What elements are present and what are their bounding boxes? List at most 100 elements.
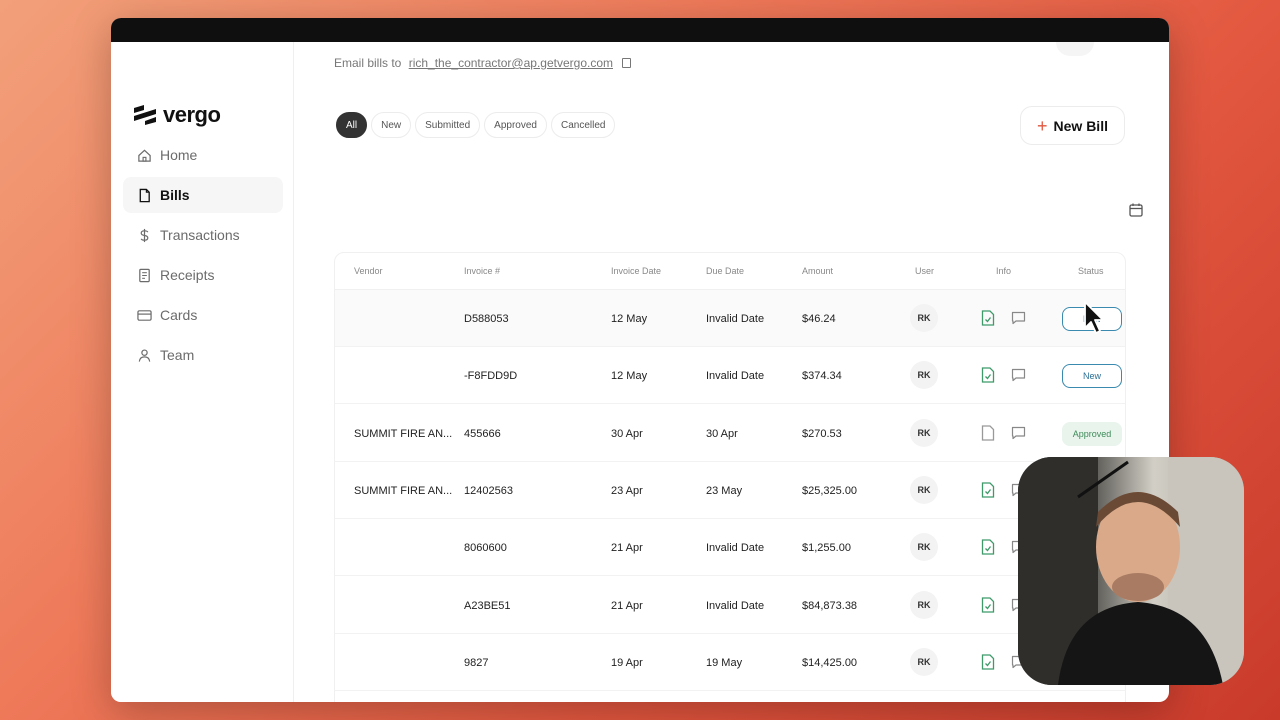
sidebar-item-cards[interactable]: Cards — [123, 297, 283, 333]
cell-amount: $46.24 — [802, 313, 836, 325]
email-address-link[interactable]: rich_the_contractor@ap.getvergo.com — [409, 56, 613, 70]
status-badge[interactable]: Approved — [1062, 421, 1122, 446]
cell-amount: $270.53 — [802, 427, 842, 440]
cell-due-date: 30 Apr — [706, 427, 738, 440]
table-header: Vendor Invoice # Invoice Date Due Date Amoun… — [335, 253, 1125, 290]
filter-chip-new[interactable]: New — [371, 112, 412, 138]
user-avatar[interactable]: RK — [910, 475, 938, 504]
sidebar-item-label: Team — [160, 347, 195, 363]
document-icon[interactable] — [981, 596, 995, 613]
cell-invoice-date: 12 May — [611, 370, 648, 383]
sidebar: vergo Home Bills Transactions Receipts Cards… — [111, 42, 294, 702]
sidebar-item-transactions[interactable]: Transactions — [123, 217, 283, 253]
cell-amount: $84,873.38 — [802, 599, 858, 612]
table-row[interactable]: 9827 19 Apr 19 May $14,425.00 RK — [335, 634, 1125, 691]
webcam-overlay — [1018, 457, 1244, 685]
sidebar-item-bills[interactable]: Bills — [123, 177, 283, 213]
cell-amount: $1,255.00 — [802, 542, 851, 555]
sidebar-item-receipts[interactable]: Receipts — [123, 257, 283, 293]
table-row[interactable]: SUMMIT FIRE AN... 455666 30 Apr 30 Apr $270.… — [335, 405, 1125, 462]
document-icon[interactable] — [981, 539, 995, 555]
user-avatar[interactable]: RK — [910, 647, 938, 676]
status-badge[interactable]: New — [1062, 364, 1122, 389]
document-icon[interactable] — [981, 424, 995, 441]
dollar-icon — [140, 228, 149, 242]
cell-invoice-date: 21 Apr — [611, 542, 643, 555]
sidebar-item-team[interactable]: Team — [123, 337, 283, 373]
cell-invoice: 12402563 — [464, 484, 513, 497]
file-icon — [139, 188, 150, 202]
plus-icon: + — [1037, 115, 1048, 136]
column-header-status[interactable]: Status — [1078, 266, 1104, 276]
column-header-due-date[interactable]: Due Date — [706, 266, 744, 276]
cell-vendor: SUMMIT FIRE AN... — [354, 484, 453, 497]
sidebar-item-label: Receipts — [160, 267, 215, 283]
cell-due-date: Invalid Date — [706, 599, 765, 612]
cell-due-date: 19 May — [706, 656, 743, 669]
cell-amount: $374.34 — [802, 370, 842, 383]
comment-icon[interactable] — [1011, 368, 1026, 382]
column-header-user[interactable]: User — [915, 266, 934, 276]
email-prefix: Email bills to — [334, 56, 402, 70]
copy-icon[interactable] — [622, 58, 632, 68]
cell-amount: $25,325.00 — [802, 484, 858, 497]
new-bill-label: New Bill — [1053, 117, 1108, 134]
vergo-logo[interactable]: vergo — [133, 102, 221, 128]
bills-table: Vendor Invoice # Invoice Date Due Date Amoun… — [334, 252, 1126, 702]
column-header-amount[interactable]: Amount — [802, 266, 833, 276]
app-window: vergo Home Bills Transactions Receipts Cards… — [111, 18, 1169, 702]
cell-invoice: D588053 — [464, 313, 509, 325]
table-row[interactable]: 9871234JHD19 Apr19 May$9,142.25RKApprove… — [335, 691, 1125, 702]
cell-invoice: 455666 — [464, 427, 501, 440]
profile-button[interactable] — [1056, 42, 1094, 56]
filter-chip-submitted[interactable]: Submitted — [415, 112, 481, 138]
sidebar-item-label: Home — [160, 147, 198, 163]
filter-chip-approved[interactable]: Approved — [484, 112, 547, 138]
document-icon[interactable] — [981, 367, 995, 383]
logo-text: vergo — [163, 102, 221, 127]
sidebar-item-label: Transactions — [160, 227, 240, 243]
user-avatar[interactable]: RK — [910, 533, 938, 562]
window-titlebar — [111, 18, 1169, 42]
filter-chip-cancelled[interactable]: Cancelled — [550, 112, 616, 138]
status-filter-chips: All New Submitted Approved Cancelled — [336, 112, 616, 138]
comment-icon[interactable] — [1011, 426, 1026, 440]
document-icon[interactable] — [981, 482, 995, 498]
card-icon — [137, 309, 152, 321]
user-avatar[interactable]: RK — [910, 361, 938, 390]
user-avatar[interactable]: RK — [910, 418, 938, 447]
cell-amount: $14,425.00 — [802, 656, 858, 669]
table-row[interactable]: SUMMIT FIRE AN... 12402563 23 Apr 23 May $25… — [335, 462, 1125, 519]
cell-vendor: SUMMIT FIRE AN... — [354, 427, 453, 440]
document-icon[interactable] — [981, 654, 995, 670]
sidebar-item-label: Cards — [160, 307, 198, 323]
calendar-icon[interactable] — [1128, 202, 1144, 218]
presenter-video — [1018, 457, 1244, 685]
column-header-invoice-date[interactable]: Invoice Date — [611, 266, 661, 276]
table-row[interactable]: D58805312 MayInvalid Date$46.24RKNew — [335, 290, 1125, 347]
user-avatar[interactable]: RK — [910, 304, 938, 332]
new-bill-button[interactable]: + New Bill — [1020, 106, 1125, 145]
cell-invoice: 8060600 — [464, 542, 507, 555]
column-header-invoice[interactable]: Invoice # — [464, 266, 500, 276]
home-icon — [138, 149, 151, 162]
table-row[interactable]: A23BE51 21 Apr Invalid Date $84,873.38 RK — [335, 577, 1125, 634]
sidebar-item-label: Bills — [160, 187, 190, 203]
sidebar-item-home[interactable]: Home — [123, 137, 283, 173]
cell-invoice: A23BE51 — [464, 599, 511, 612]
cell-invoice-date: 30 Apr — [611, 427, 643, 440]
filter-chip-all[interactable]: All — [336, 112, 368, 138]
document-icon[interactable] — [981, 310, 995, 326]
cell-invoice: -F8FDD9D — [464, 370, 518, 383]
table-row[interactable]: 8060600 21 Apr Invalid Date $1,255.00 RK — [335, 519, 1125, 577]
user-icon — [138, 348, 151, 362]
cell-due-date: 23 May — [706, 484, 743, 497]
column-header-vendor[interactable]: Vendor — [354, 266, 383, 276]
receipt-icon — [139, 268, 150, 282]
cell-invoice: 9827 — [464, 656, 489, 669]
table-row[interactable]: -F8FDD9D 12 May Invalid Date $374.34 RK New — [335, 347, 1125, 405]
column-header-info[interactable]: Info — [996, 266, 1011, 276]
cell-due-date: Invalid Date — [706, 542, 765, 555]
user-avatar[interactable]: RK — [910, 590, 938, 619]
comment-icon[interactable] — [1011, 311, 1026, 325]
